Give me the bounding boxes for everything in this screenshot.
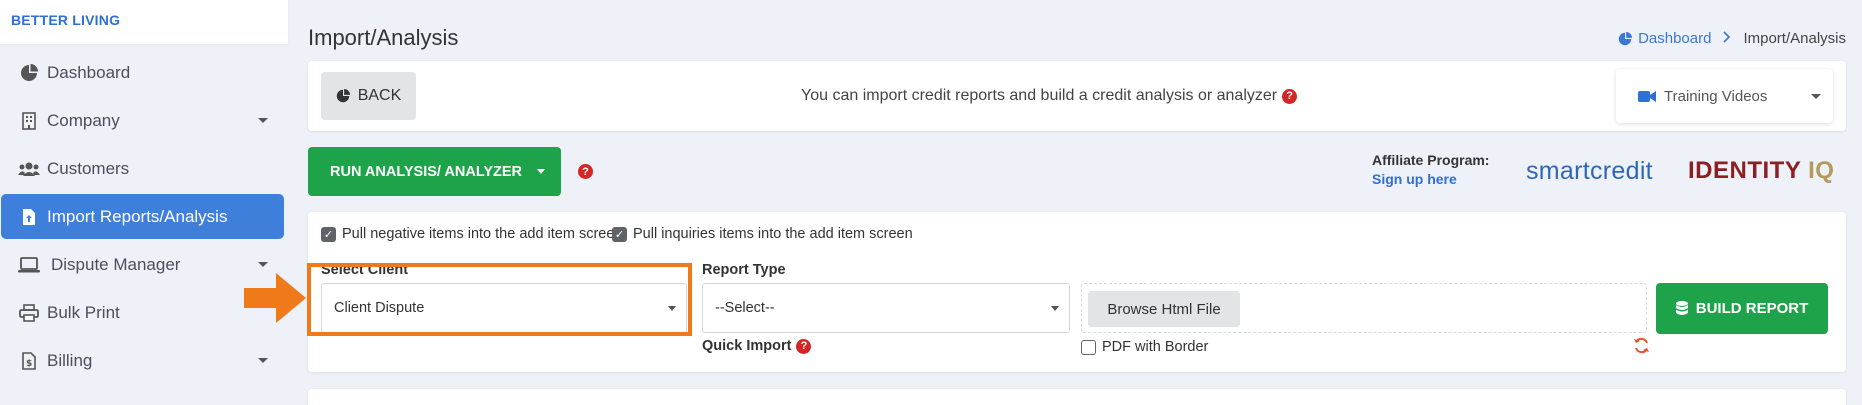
browse-file-button[interactable]: Browse Html File	[1088, 291, 1240, 327]
pdf-border-checkbox[interactable]	[1081, 339, 1096, 355]
svg-text:$: $	[26, 359, 32, 369]
identity-iq-logo-text: IDENTITY	[1688, 157, 1801, 184]
run-analysis-button[interactable]: RUN ANALYSIS/ ANALYZER	[308, 147, 561, 196]
chevron-down-icon	[258, 262, 268, 267]
pie-chart-icon	[1618, 31, 1633, 46]
report-type-dropdown[interactable]: --Select--	[702, 283, 1070, 333]
affiliate-program: Affiliate Program: Sign up here	[1372, 152, 1489, 187]
pie-chart-icon	[17, 61, 41, 85]
sidebar-item-company[interactable]: Company	[1, 98, 284, 143]
sidebar-item-import-reports[interactable]: Import Reports/Analysis	[1, 194, 284, 239]
chevron-down-icon	[537, 169, 545, 174]
chevron-down-icon	[258, 118, 268, 123]
training-videos-dropdown[interactable]: Training Videos	[1616, 69, 1833, 123]
build-report-button[interactable]: BUILD REPORT	[1656, 283, 1828, 334]
chevron-right-icon	[1723, 30, 1731, 47]
sidebar-item-customers[interactable]: Customers	[1, 146, 284, 191]
quick-import: Quick Import ?	[702, 338, 812, 354]
file-upload-icon	[17, 205, 41, 229]
sidebar-item-label: Import Reports/Analysis	[47, 206, 228, 226]
file-drop-zone[interactable]: Browse Html File	[1081, 283, 1647, 333]
inquiries-checkbox-row[interactable]: ✓ Pull inquiries items into the add item…	[612, 226, 913, 242]
breadcrumb: Dashboard Import/Analysis	[1618, 30, 1846, 47]
back-button-label: BACK	[357, 87, 402, 104]
import-form-card: ✓ Pull negative items into the add item …	[244, 212, 1846, 372]
negative-items-label: Pull negative items into the add item sc…	[342, 226, 623, 242]
sidebar-nav: Dashboard Company Customers Import Repor…	[0, 50, 288, 383]
negative-items-checkbox[interactable]: ✓	[321, 226, 336, 242]
laptop-icon	[17, 253, 41, 277]
help-icon[interactable]: ?	[1282, 88, 1298, 104]
inquiries-checkbox[interactable]: ✓	[612, 226, 627, 242]
affiliate-signup-link[interactable]: Sign up here	[1372, 171, 1489, 187]
help-icon[interactable]: ?	[796, 338, 812, 354]
arrow-right-icon	[244, 273, 306, 328]
highlight-box	[307, 263, 692, 336]
invoice-icon: $	[17, 349, 41, 373]
report-type-value: --Select--	[715, 300, 775, 316]
page-title: Import/Analysis	[308, 25, 459, 50]
sidebar-item-bulk-print[interactable]: Bulk Print	[1, 290, 284, 335]
sidebar-item-label: Customers	[47, 158, 130, 178]
pdf-border-checkbox-row[interactable]: PDF with Border	[1081, 339, 1208, 355]
video-camera-icon	[1638, 90, 1656, 103]
database-icon	[1675, 301, 1688, 316]
build-report-label: BUILD REPORT	[1695, 300, 1809, 317]
sidebar-item-label: Billing	[47, 350, 93, 370]
results-card	[308, 389, 1846, 405]
quick-import-label: Quick Import	[702, 338, 792, 354]
info-text: You can import credit reports and build …	[801, 87, 1278, 104]
smartcredit-logo[interactable]: smartcredit	[1526, 157, 1653, 186]
sidebar-item-dispute-manager[interactable]: Dispute Manager	[1, 242, 284, 287]
inquiries-label: Pull inquiries items into the add item s…	[633, 226, 913, 242]
chevron-down-icon	[258, 358, 268, 363]
pdf-border-label: PDF with Border	[1102, 339, 1209, 355]
affiliate-label: Affiliate Program:	[1372, 152, 1490, 168]
users-icon	[17, 157, 41, 181]
breadcrumb-current: Import/Analysis	[1743, 30, 1846, 47]
info-message: You can import credit reports and build …	[801, 87, 1298, 105]
breadcrumb-dashboard-link[interactable]: Dashboard	[1638, 30, 1711, 47]
identity-iq-logo-suffix: IQ	[1808, 157, 1835, 184]
help-icon[interactable]: ?	[578, 164, 593, 179]
brand-logo[interactable]: BETTER LIVING	[0, 0, 288, 44]
toolbar-card: BACK You can import credit reports and b…	[308, 61, 1846, 131]
chevron-down-icon	[1051, 306, 1059, 311]
sidebar: BETTER LIVING Dashboard Company Customer…	[0, 0, 288, 405]
sidebar-item-dashboard[interactable]: Dashboard	[1, 50, 284, 95]
sidebar-item-label: Dashboard	[47, 62, 131, 82]
sidebar-item-billing[interactable]: $ Billing	[1, 338, 284, 383]
printer-icon	[17, 301, 41, 325]
sidebar-item-label: Dispute Manager	[51, 254, 181, 274]
negative-items-checkbox-row[interactable]: ✓ Pull negative items into the add item …	[321, 226, 622, 242]
training-videos-label: Training Videos	[1664, 87, 1768, 105]
chevron-down-icon	[1811, 94, 1821, 99]
building-icon	[17, 109, 41, 133]
run-analysis-label: RUN ANALYSIS/ ANALYZER	[330, 163, 523, 180]
pie-chart-icon	[336, 89, 350, 103]
sidebar-item-label: Company	[47, 110, 120, 130]
sidebar-item-label: Bulk Print	[47, 302, 120, 322]
report-type-label: Report Type	[702, 262, 786, 278]
refresh-icon[interactable]	[1633, 337, 1650, 359]
back-button[interactable]: BACK	[321, 72, 416, 120]
identity-iq-logo[interactable]: IDENTITY IQ	[1688, 157, 1834, 185]
